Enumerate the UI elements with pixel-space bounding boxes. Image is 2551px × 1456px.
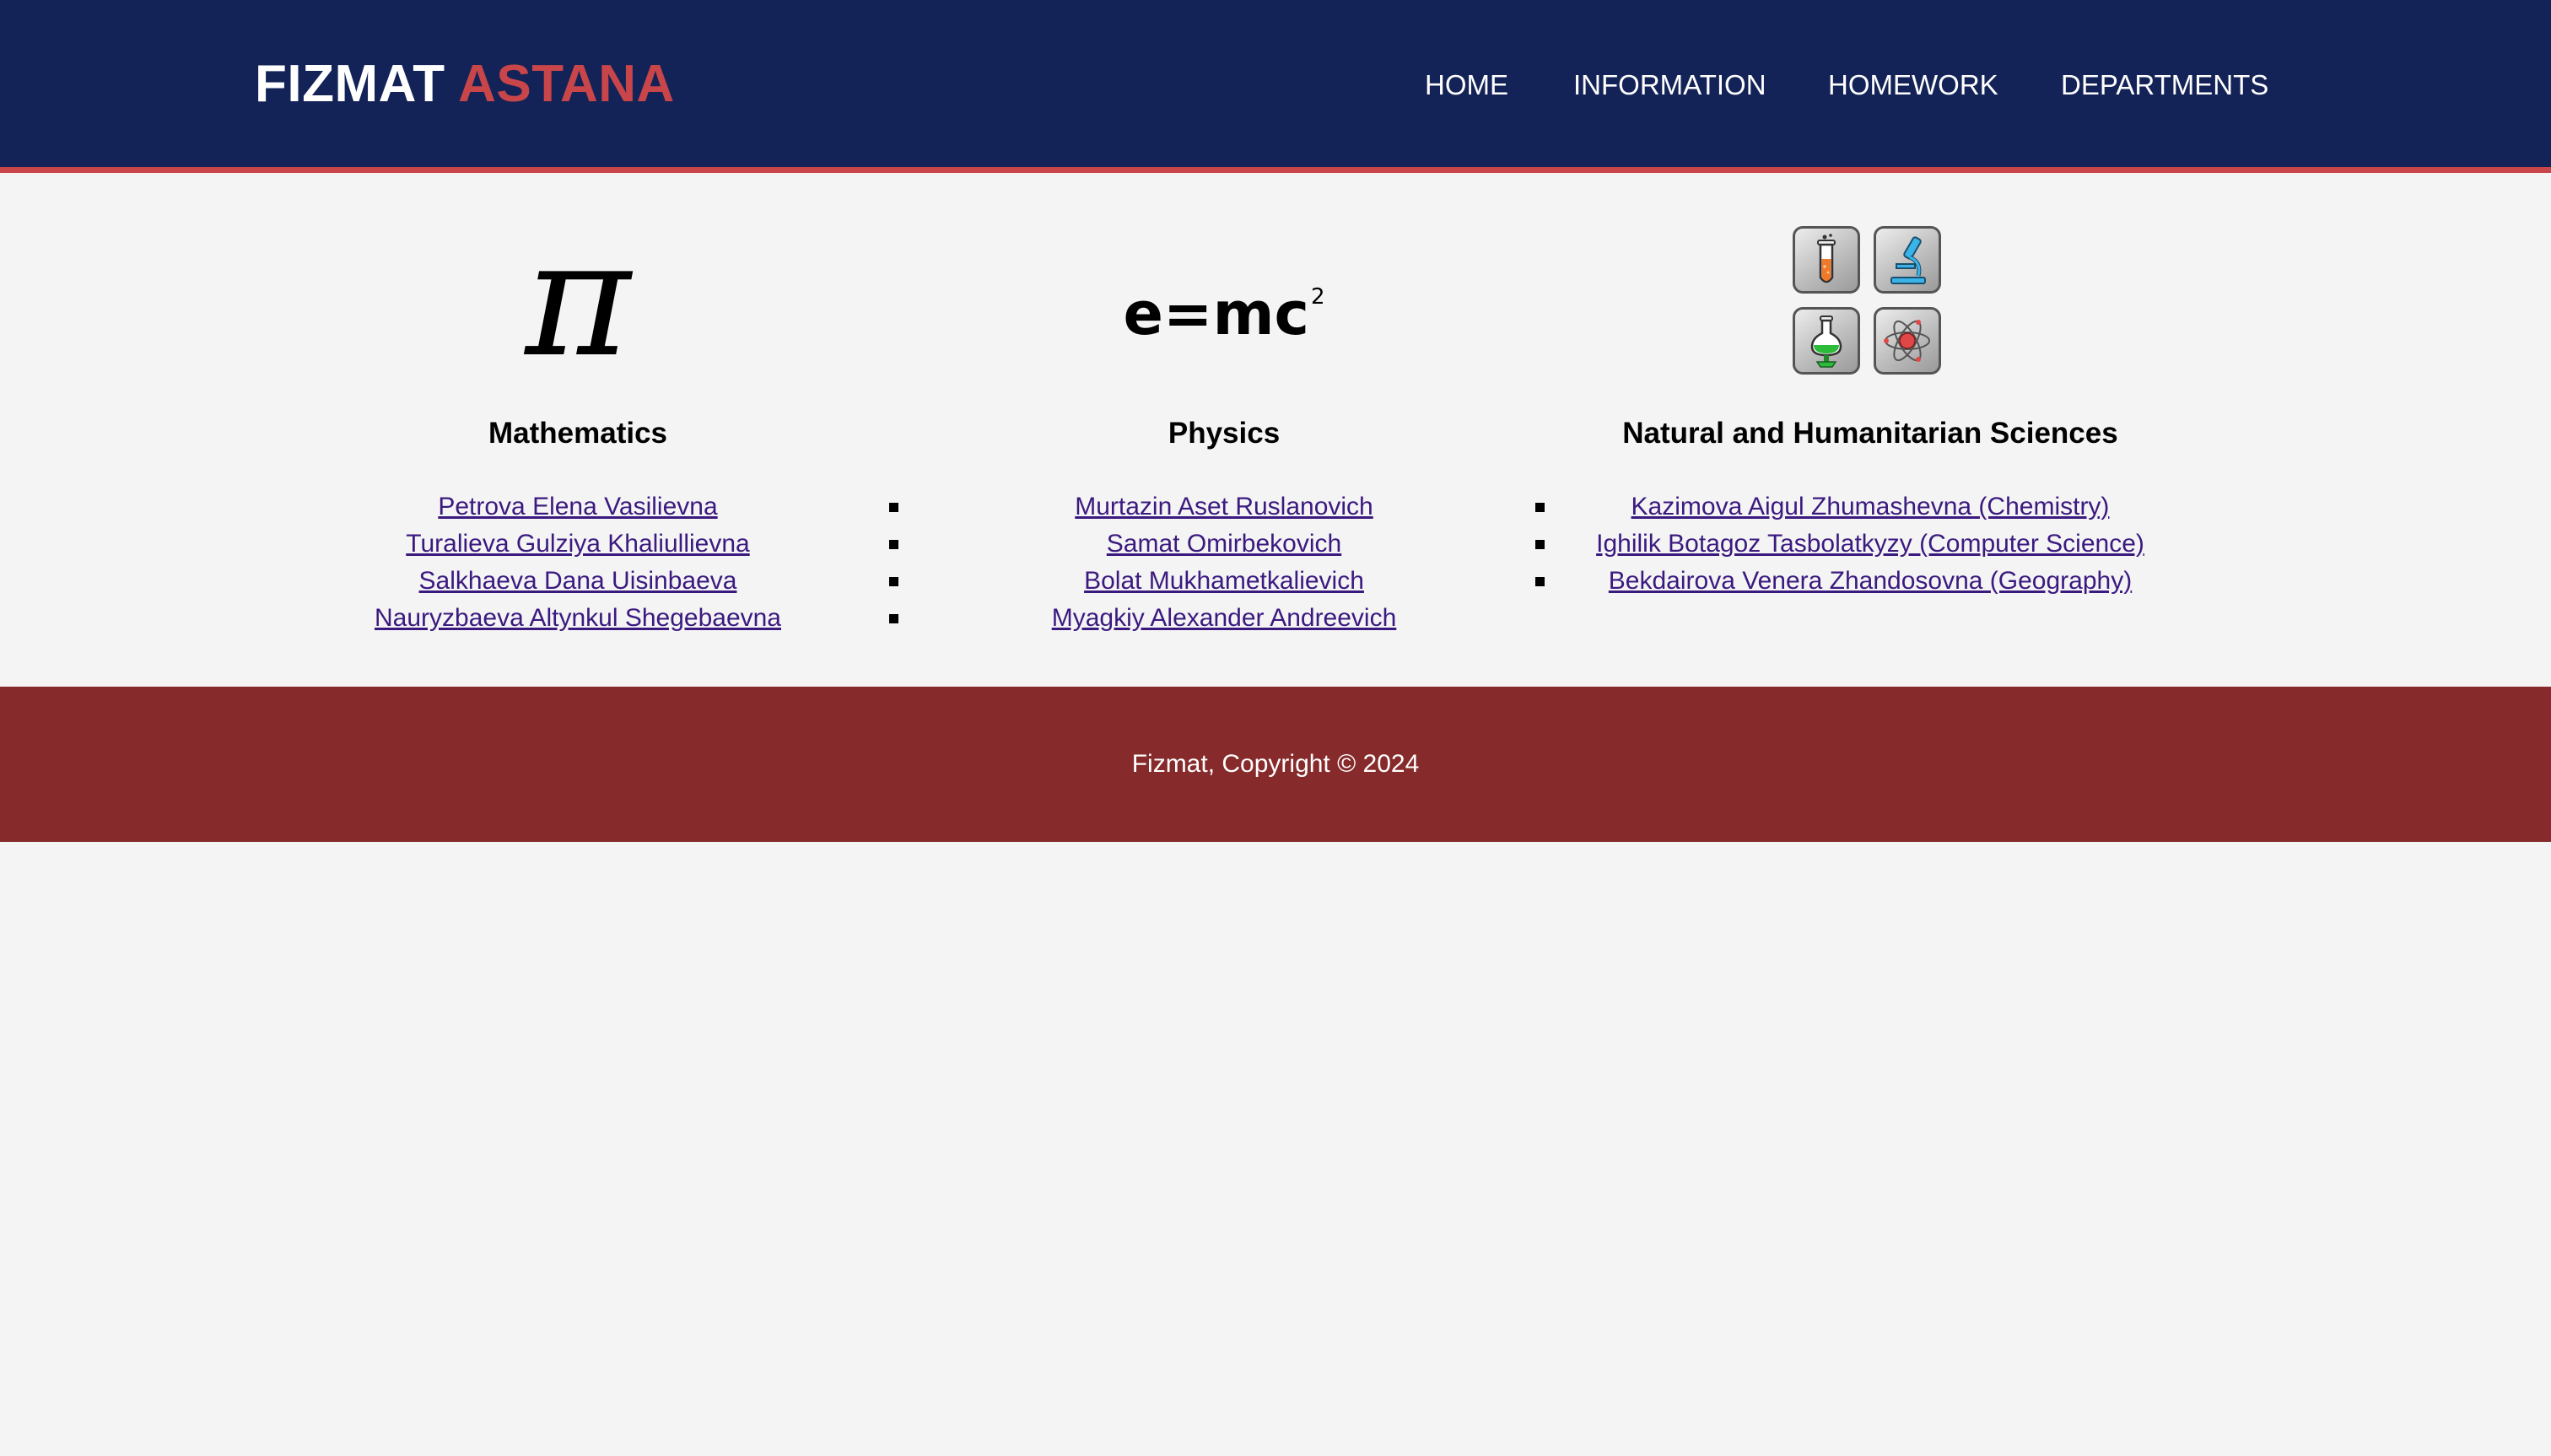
teacher-list-item: Petrova Elena Vasilievna bbox=[255, 488, 901, 526]
teacher-link[interactable]: Salkhaeva Dana Uisinbaeva bbox=[419, 567, 737, 595]
science-tiles-icon bbox=[1793, 226, 1948, 381]
nav-home-link[interactable]: HOME bbox=[1425, 66, 1508, 105]
teacher-list-item: Turalieva Gulziya Khaliullievna bbox=[255, 526, 901, 563]
teacher-link[interactable]: Kazimova Aigul Zhumashevna (Chemistry) bbox=[1631, 493, 2110, 520]
emc2-text: e=mc bbox=[1123, 279, 1309, 348]
department-natural-humanitarian: Natural and Humanitarian Sciences Kazimo… bbox=[1547, 173, 2193, 688]
atom-icon bbox=[1874, 307, 1941, 375]
emc2-superscript: 2 bbox=[1311, 284, 1325, 310]
list-bullet bbox=[889, 614, 898, 623]
department-icon-area: e=mc2 bbox=[901, 219, 1547, 380]
teacher-link[interactable]: Samat Omirbekovich bbox=[1107, 530, 1341, 558]
teacher-link[interactable]: Nauryzbaeva Altynkul Shegebaevna bbox=[375, 604, 781, 632]
teacher-list-item: Nauryzbaeva Altynkul Shegebaevna bbox=[255, 600, 901, 637]
teacher-link[interactable]: Myagkiy Alexander Andreevich bbox=[1052, 604, 1397, 632]
teacher-list-item: Bekdairova Venera Zhandosovna (Geography… bbox=[1547, 563, 2193, 600]
department-title: Physics bbox=[1168, 417, 1281, 450]
microscope-icon bbox=[1874, 226, 1941, 294]
emc2-icon: e=mc2 bbox=[901, 263, 1547, 348]
pi-icon: π bbox=[525, 206, 631, 392]
teacher-link[interactable]: Ighilik Botagoz Tasbolatkyzy (Computer S… bbox=[1596, 530, 2144, 558]
teacher-list-item: Murtazin Aset Ruslanovich bbox=[901, 488, 1547, 526]
department-icon-area: π bbox=[255, 219, 901, 380]
list-bullet bbox=[889, 503, 898, 512]
teacher-list: Murtazin Aset Ruslanovich Samat Omirbeko… bbox=[901, 488, 1547, 637]
department-physics: e=mc2 Physics Murtazin Aset Ruslanovich … bbox=[901, 173, 1547, 688]
teacher-list-item: Bolat Mukhametkalievich bbox=[901, 563, 1547, 600]
list-bullet bbox=[1535, 503, 1545, 512]
flask-icon bbox=[1793, 307, 1860, 375]
site-footer: Fizmat, Copyright © 2024 bbox=[0, 687, 2551, 842]
teacher-list-item: Ighilik Botagoz Tasbolatkyzy (Computer S… bbox=[1547, 526, 2193, 563]
list-bullet bbox=[889, 540, 898, 549]
site-header: FIZMAT ASTANA HOME INFORMATION HOMEWORK … bbox=[0, 0, 2551, 173]
list-bullet bbox=[1535, 577, 1545, 586]
nav-information-link[interactable]: INFORMATION bbox=[1573, 66, 1766, 105]
teacher-list-item: Samat Omirbekovich bbox=[901, 526, 1547, 563]
teacher-link[interactable]: Bekdairova Venera Zhandosovna (Geography… bbox=[1609, 567, 2132, 595]
nav-departments-link[interactable]: DEPARTMENTS bbox=[2061, 66, 2268, 105]
list-bullet bbox=[889, 577, 898, 586]
teacher-list-item: Myagkiy Alexander Andreevich bbox=[901, 600, 1547, 637]
teacher-link[interactable]: Bolat Mukhametkalievich bbox=[1084, 567, 1364, 595]
list-bullet bbox=[1535, 540, 1545, 549]
teacher-link[interactable]: Turalieva Gulziya Khaliullievna bbox=[406, 530, 749, 558]
copyright-text: Fizmat, Copyright © 2024 bbox=[1131, 750, 1420, 778]
department-title: Mathematics bbox=[488, 417, 668, 450]
department-mathematics: π Mathematics Petrova Elena Vasilievna T… bbox=[255, 173, 901, 688]
teacher-list: Petrova Elena Vasilievna Turalieva Gulzi… bbox=[255, 488, 901, 637]
teacher-list-item: Salkhaeva Dana Uisinbaeva bbox=[255, 563, 901, 600]
main-nav: HOME INFORMATION HOMEWORK DEPARTMENTS bbox=[0, 66, 2551, 105]
teacher-link[interactable]: Murtazin Aset Ruslanovich bbox=[1075, 493, 1373, 520]
teacher-list: Kazimova Aigul Zhumashevna (Chemistry) I… bbox=[1547, 488, 2193, 600]
test-tube-icon bbox=[1793, 226, 1860, 294]
department-icon-area bbox=[1547, 219, 2193, 380]
teacher-list-item: Kazimova Aigul Zhumashevna (Chemistry) bbox=[1547, 488, 2193, 526]
teacher-link[interactable]: Petrova Elena Vasilievna bbox=[438, 493, 717, 520]
department-title: Natural and Humanitarian Sciences bbox=[1622, 417, 2118, 450]
nav-homework-link[interactable]: HOMEWORK bbox=[1828, 66, 1998, 105]
